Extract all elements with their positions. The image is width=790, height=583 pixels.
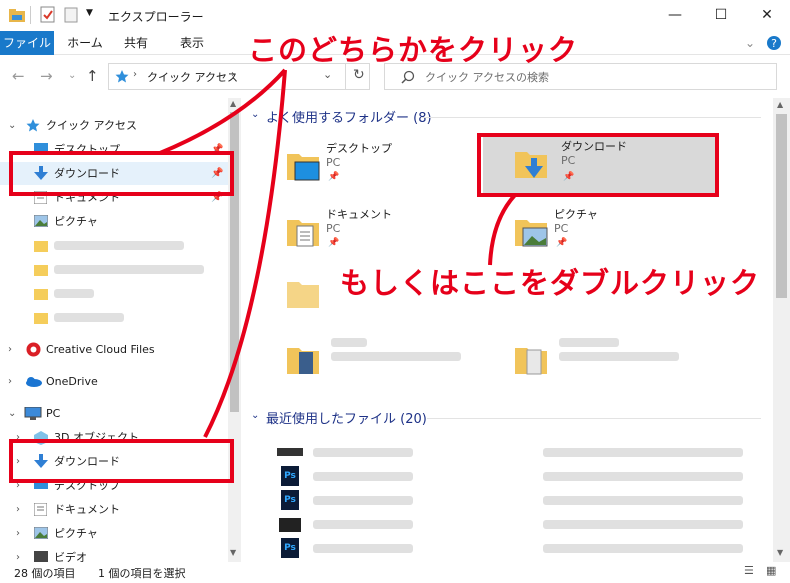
annotation-text-click-either: このどちらかをクリック <box>248 33 579 67</box>
annotation-text-double-click: もしくはここをダブルクリック <box>340 266 761 300</box>
